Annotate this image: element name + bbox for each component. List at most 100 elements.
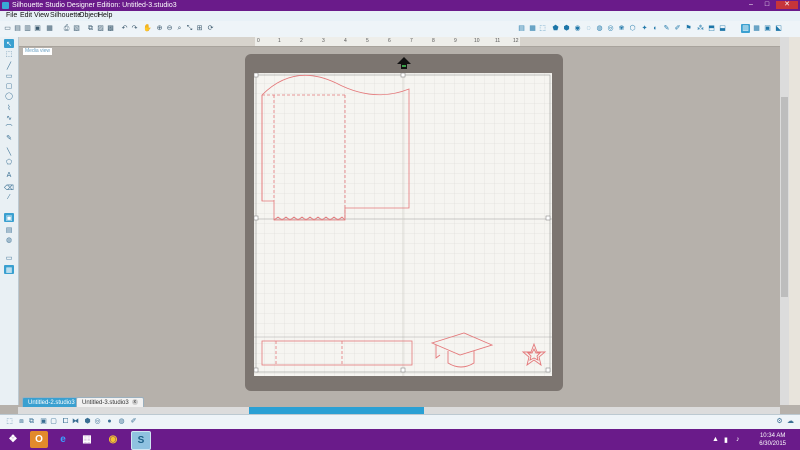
select-all-icon[interactable]: ⬚	[5, 418, 14, 426]
volume-icon[interactable]: ♪	[736, 436, 740, 443]
cloud-icon[interactable]: ☁	[786, 418, 795, 426]
globe-icon[interactable]: ◍	[4, 235, 14, 244]
eraser-bottom-icon[interactable]: ✐	[129, 418, 138, 426]
zoom-in-icon[interactable]: ⊕	[155, 24, 164, 33]
eraser-tool-icon[interactable]: ⌫	[4, 183, 14, 192]
silhouette-studio-taskbar-icon[interactable]: S	[131, 431, 151, 450]
arc-tool-icon[interactable]: ⌒	[4, 123, 14, 132]
rhinestone-icon[interactable]: ⁂	[696, 24, 705, 33]
library-icon[interactable]: ▥	[23, 24, 32, 33]
fit-page-icon[interactable]: ⊞	[195, 24, 204, 33]
offset-tool-icon[interactable]: ◎	[93, 418, 102, 426]
fill-gradient-icon[interactable]: ⬢	[562, 24, 571, 33]
library-panel-icon[interactable]: ▣	[4, 213, 14, 222]
zoom-drag-icon[interactable]: ⤡	[185, 24, 194, 33]
store-icon[interactable]: ▦	[752, 24, 761, 33]
save-icon[interactable]: ▣	[33, 24, 42, 33]
line-style-icon[interactable]: ◍	[595, 24, 604, 33]
modify-icon[interactable]: ◐	[651, 24, 660, 33]
menu-file[interactable]: File	[6, 11, 17, 21]
duplicate-icon[interactable]: ⧠	[61, 418, 70, 426]
line-color-icon[interactable]: ◌	[584, 24, 593, 33]
weld-icon[interactable]: ⬢	[83, 418, 92, 426]
redo-icon[interactable]: ↷	[130, 24, 139, 33]
tray-arrow-icon[interactable]: ▲	[712, 436, 719, 443]
mirror-icon[interactable]: ⧓	[71, 418, 80, 426]
internet-explorer-icon[interactable]: e	[54, 431, 72, 448]
fill-pattern-icon[interactable]: ◉	[573, 24, 582, 33]
library-view-icon[interactable]: ▣	[763, 24, 772, 33]
fill-shape-icon[interactable]: ⬠	[4, 157, 14, 166]
polygon-tool-icon[interactable]: ⌇	[4, 103, 14, 112]
trace-icon[interactable]: ⚑	[684, 24, 693, 33]
zoom-out-icon[interactable]: ⊖	[165, 24, 174, 33]
network-icon[interactable]: ▮	[724, 436, 728, 444]
curve-tool-icon[interactable]: ∿	[4, 113, 14, 122]
knife-icon[interactable]: ✎	[662, 24, 671, 33]
minimize-button[interactable]: –	[744, 1, 758, 9]
sketch-icon[interactable]: ◎	[606, 24, 615, 33]
menu-silhouette[interactable]: Silhouette	[50, 11, 81, 21]
paste-in-front-icon[interactable]: ▩	[106, 24, 115, 33]
horizontal-scroll-thumb[interactable]	[249, 407, 424, 414]
make-compound-icon[interactable]: ▣	[39, 418, 48, 426]
open-file-icon[interactable]: ▤	[13, 24, 22, 33]
menu-help[interactable]: Help	[98, 11, 112, 21]
outlook-icon[interactable]: O	[30, 431, 48, 448]
undo-icon[interactable]: ↶	[120, 24, 129, 33]
transform-icon[interactable]: ⬚	[538, 24, 547, 33]
horizontal-scrollbar[interactable]	[18, 407, 780, 414]
windows-explorer-icon[interactable]: ▦	[78, 431, 96, 448]
text-tool-icon[interactable]: A	[4, 171, 14, 180]
pencil-tool-icon[interactable]: ╲	[4, 147, 14, 156]
system-clock[interactable]: 10:34 AM 6/30/2015	[759, 432, 786, 448]
menu-object[interactable]: Object	[79, 11, 99, 21]
vertical-scroll-thumb[interactable]	[781, 97, 788, 297]
menu-edit[interactable]: Edit	[20, 11, 32, 21]
print-icon[interactable]: ⎙	[62, 24, 71, 33]
new-document-icon[interactable]: ▭	[3, 24, 12, 33]
text-style-icon[interactable]: ❀	[617, 24, 626, 33]
ungroup-icon[interactable]: ⧉	[27, 418, 36, 426]
cut-settings-icon[interactable]: ⬒	[707, 24, 716, 33]
zoom-select-icon[interactable]: ⌕	[175, 24, 184, 33]
grid-settings-icon[interactable]: ▦	[528, 24, 537, 33]
fill-color-icon[interactable]: ⬟	[551, 24, 560, 33]
close-button[interactable]: ✕	[776, 1, 798, 9]
paste-icon[interactable]: ▨	[96, 24, 105, 33]
rounded-rect-tool-icon[interactable]: ▢	[4, 81, 14, 90]
design-view-icon[interactable]: ▥	[741, 24, 750, 33]
vertical-scrollbar[interactable]	[780, 37, 789, 405]
media-view-icon[interactable]: ▦	[4, 265, 14, 274]
tab-close-icon[interactable]: x	[131, 399, 138, 406]
freehand-tool-icon[interactable]: ✎	[4, 133, 14, 142]
maximize-button[interactable]: □	[760, 1, 774, 9]
color-fill-icon[interactable]: ●	[105, 418, 114, 426]
settings-gear-icon[interactable]: ⚙	[775, 418, 784, 426]
chrome-icon[interactable]: ◉	[104, 431, 122, 448]
ellipse-tool-icon[interactable]: ◯	[4, 91, 14, 100]
menu-view[interactable]: View	[34, 11, 49, 21]
store-panel-icon[interactable]: ▤	[4, 225, 14, 234]
save-as-icon[interactable]: ▦	[45, 24, 54, 33]
page-settings-icon[interactable]: ▤	[517, 24, 526, 33]
cut-print-icon[interactable]: ▧	[72, 24, 81, 33]
cut-view-icon[interactable]: ⬕	[774, 24, 783, 33]
release-compound-icon[interactable]: ▢	[49, 418, 58, 426]
rectangle-tool-icon[interactable]: ▭	[4, 71, 14, 80]
select-tool-icon[interactable]: ↖	[4, 39, 14, 48]
knife-tool-icon[interactable]: ⁄	[4, 193, 14, 202]
copy-icon[interactable]: ⧉	[86, 24, 95, 33]
settings-circle-icon[interactable]: ◍	[117, 418, 126, 426]
replicate-icon[interactable]: ✦	[640, 24, 649, 33]
start-button-icon[interactable]: ❖	[4, 431, 22, 448]
edit-points-icon[interactable]: ⬚	[4, 49, 14, 58]
redraw-icon[interactable]: ⟳	[206, 24, 215, 33]
eraser-icon[interactable]: ✐	[673, 24, 682, 33]
show-cut-border-icon[interactable]: ▭	[4, 253, 14, 262]
pan-icon[interactable]: ✋	[143, 24, 152, 33]
send-to-silhouette-icon[interactable]: ⬓	[718, 24, 727, 33]
line-tool-icon[interactable]: ╱	[4, 61, 14, 70]
offset-icon[interactable]: ⬡	[628, 24, 637, 33]
group-icon[interactable]: ⧈	[17, 418, 26, 426]
